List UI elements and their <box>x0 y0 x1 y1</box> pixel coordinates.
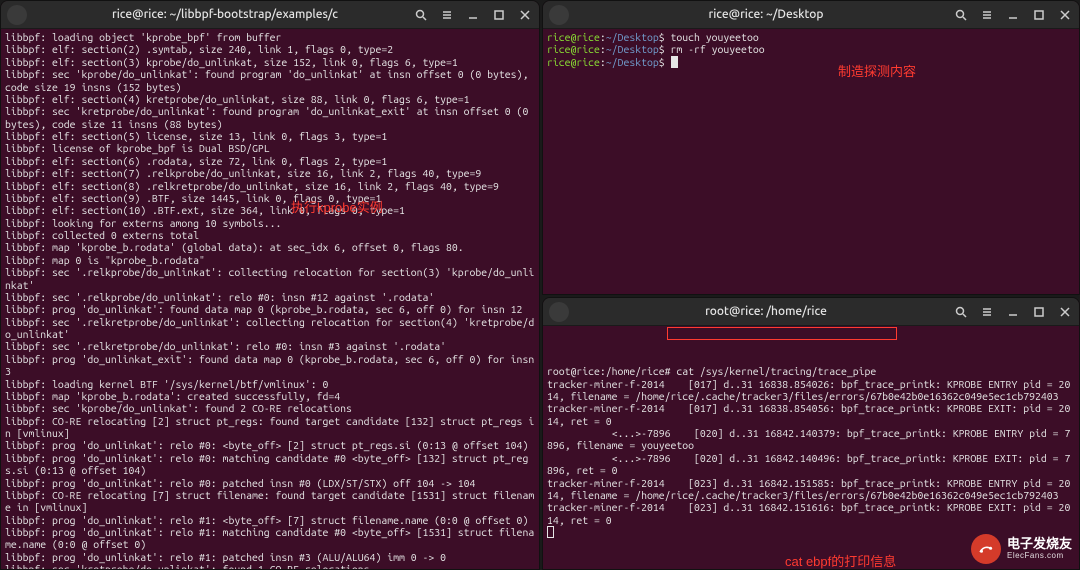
new-tab-button[interactable] <box>549 302 569 322</box>
terminal-output[interactable]: rice@rice:~/Desktop$ touch youyeetoorice… <box>543 29 1079 294</box>
annotation-label: cat ebpf的打印信息 <box>785 551 896 570</box>
terminal-line: libbpf: elf: section(3) kprobe/do_unlink… <box>5 56 535 68</box>
prompt-line: rice@rice:~/Desktop$ touch youyeetoo <box>547 31 1075 43</box>
terminal-line: libbpf: prog 'do_unlinkat': relo #0: <by… <box>5 439 535 451</box>
terminal-line: libbpf: sec 'kretprobe/do_unlinkat': fou… <box>5 563 535 569</box>
terminal-line: libbpf: sec '.relkretprobe/do_unlinkat':… <box>5 316 535 341</box>
window-title: rice@rice: ~/Desktop <box>579 8 953 21</box>
annotation-label: 执行kprobe实例 <box>291 197 383 216</box>
prompt-line: root@rice:/home/rice# cat /sys/kernel/tr… <box>547 365 1075 377</box>
terminal-line: libbpf: map 'kprobe_b.rodata' (global da… <box>5 241 535 253</box>
terminal-window-bottom-right: root@rice: /home/rice root@rice:/home/ri… <box>542 297 1080 570</box>
terminal-line: libbpf: sec '.relkprobe/do_unlinkat': co… <box>5 266 535 291</box>
search-icon[interactable] <box>413 7 429 23</box>
window-title: rice@rice: ~/libbpf-bootstrap/examples/c <box>37 8 413 21</box>
terminal-output[interactable]: root@rice:/home/rice# cat /sys/kernel/tr… <box>543 326 1079 569</box>
terminal-line: libbpf: elf: section(10) .BTF.ext, size … <box>5 204 535 216</box>
terminal-line: libbpf: map 'kprobe_b.rodata': created s… <box>5 390 535 402</box>
annotation-label: 制造探测内容 <box>838 61 916 80</box>
maximize-icon[interactable] <box>1031 304 1047 320</box>
titlebar[interactable]: rice@rice: ~/Desktop <box>543 1 1079 29</box>
terminal-line: libbpf: CO-RE relocating [2] struct pt_r… <box>5 415 535 440</box>
terminal-line: libbpf: sec 'kprobe/do_unlinkat': found … <box>5 68 535 93</box>
terminal-line: libbpf: sec '.relkretprobe/do_unlinkat':… <box>5 340 535 352</box>
terminal-line: tracker-miner-f-2014 [023] d..31 16842.1… <box>547 501 1075 526</box>
minimize-icon[interactable] <box>465 7 481 23</box>
terminal-line: <...>-7896 [020] d..31 16842.140379: bpf… <box>547 427 1075 452</box>
maximize-icon[interactable] <box>491 7 507 23</box>
terminal-output[interactable]: libbpf: loading object 'kprobe_bpf' from… <box>1 29 539 569</box>
watermark-logo: 电子发烧友 ElecFans.com <box>971 534 1072 564</box>
terminal-line: tracker-miner-f-2014 [017] d..31 16838.8… <box>547 378 1075 403</box>
terminal-window-top-right: rice@rice: ~/Desktop rice@rice:~/Desktop… <box>542 0 1080 295</box>
terminal-line: tracker-miner-f-2014 [017] d..31 16838.8… <box>547 402 1075 427</box>
terminal-line: libbpf: elf: section(2) .symtab, size 24… <box>5 43 535 55</box>
maximize-icon[interactable] <box>1031 7 1047 23</box>
logo-icon <box>971 534 1001 564</box>
cursor <box>671 56 678 68</box>
command-highlight-box <box>667 327 897 340</box>
close-icon[interactable] <box>1057 304 1073 320</box>
logo-text-en: ElecFans.com <box>1007 552 1072 561</box>
terminal-line: tracker-miner-f-2014 [023] d..31 16842.1… <box>547 477 1075 502</box>
prompt-line: rice@rice:~/Desktop$ rm -rf youyeetoo <box>547 43 1075 55</box>
titlebar[interactable]: root@rice: /home/rice <box>543 298 1079 326</box>
terminal-line: libbpf: elf: section(5) license, size 13… <box>5 130 535 142</box>
terminal-line: libbpf: looking for externs among 10 sym… <box>5 217 535 229</box>
minimize-icon[interactable] <box>1005 304 1021 320</box>
terminal-line: libbpf: elf: section(7) .relkprobe/do_un… <box>5 167 535 179</box>
terminal-line: libbpf: prog 'do_unlinkat': relo #1: <by… <box>5 514 535 526</box>
terminal-line: libbpf: prog 'do_unlinkat': relo #0: mat… <box>5 452 535 477</box>
prompt-line: rice@rice:~/Desktop$ <box>547 56 1075 68</box>
terminal-line: libbpf: license of kprobe_bpf is Dual BS… <box>5 142 535 154</box>
terminal-line: libbpf: prog 'do_unlinkat': relo #1: pat… <box>5 551 535 563</box>
terminal-line: libbpf: prog 'do_unlinkat': relo #1: mat… <box>5 526 535 551</box>
terminal-line: libbpf: sec 'kretprobe/do_unlinkat': fou… <box>5 105 535 130</box>
terminal-line: <...>-7896 [020] d..31 16842.140496: bpf… <box>547 452 1075 477</box>
hamburger-icon[interactable] <box>979 304 995 320</box>
terminal-line: libbpf: elf: section(4) kretprobe/do_unl… <box>5 93 535 105</box>
terminal-line: libbpf: prog 'do_unlinkat_exit': found d… <box>5 353 535 378</box>
logo-text-cn: 电子发烧友 <box>1007 537 1072 551</box>
titlebar[interactable]: rice@rice: ~/libbpf-bootstrap/examples/c <box>1 1 539 29</box>
hamburger-icon[interactable] <box>979 7 995 23</box>
window-title: root@rice: /home/rice <box>579 305 953 318</box>
terminal-line: libbpf: map 0 is "kprobe_b.rodata" <box>5 254 535 266</box>
hamburger-icon[interactable] <box>439 7 455 23</box>
terminal-line: libbpf: loading object 'kprobe_bpf' from… <box>5 31 535 43</box>
new-tab-button[interactable] <box>7 5 27 25</box>
close-icon[interactable] <box>1057 7 1073 23</box>
new-tab-button[interactable] <box>549 5 569 25</box>
cursor <box>547 526 554 538</box>
terminal-line: libbpf: prog 'do_unlinkat': relo #0: pat… <box>5 477 535 489</box>
minimize-icon[interactable] <box>1005 7 1021 23</box>
search-icon[interactable] <box>953 7 969 23</box>
terminal-line: libbpf: CO-RE relocating [7] struct file… <box>5 489 535 514</box>
terminal-line: libbpf: collected 0 externs total <box>5 229 535 241</box>
terminal-line: libbpf: elf: section(9) .BTF, size 1445,… <box>5 192 535 204</box>
terminal-line: libbpf: elf: section(6) .rodata, size 72… <box>5 155 535 167</box>
search-icon[interactable] <box>953 304 969 320</box>
terminal-line: libbpf: loading kernel BTF '/sys/kernel/… <box>5 378 535 390</box>
terminal-line: libbpf: sec 'kprobe/do_unlinkat': found … <box>5 402 535 414</box>
terminal-line: libbpf: prog 'do_unlinkat': found data m… <box>5 303 535 315</box>
terminal-line: libbpf: sec '.relkprobe/do_unlinkat': re… <box>5 291 535 303</box>
close-icon[interactable] <box>517 7 533 23</box>
terminal-line: libbpf: elf: section(8) .relkretprobe/do… <box>5 180 535 192</box>
terminal-window-left: rice@rice: ~/libbpf-bootstrap/examples/c… <box>0 0 540 570</box>
